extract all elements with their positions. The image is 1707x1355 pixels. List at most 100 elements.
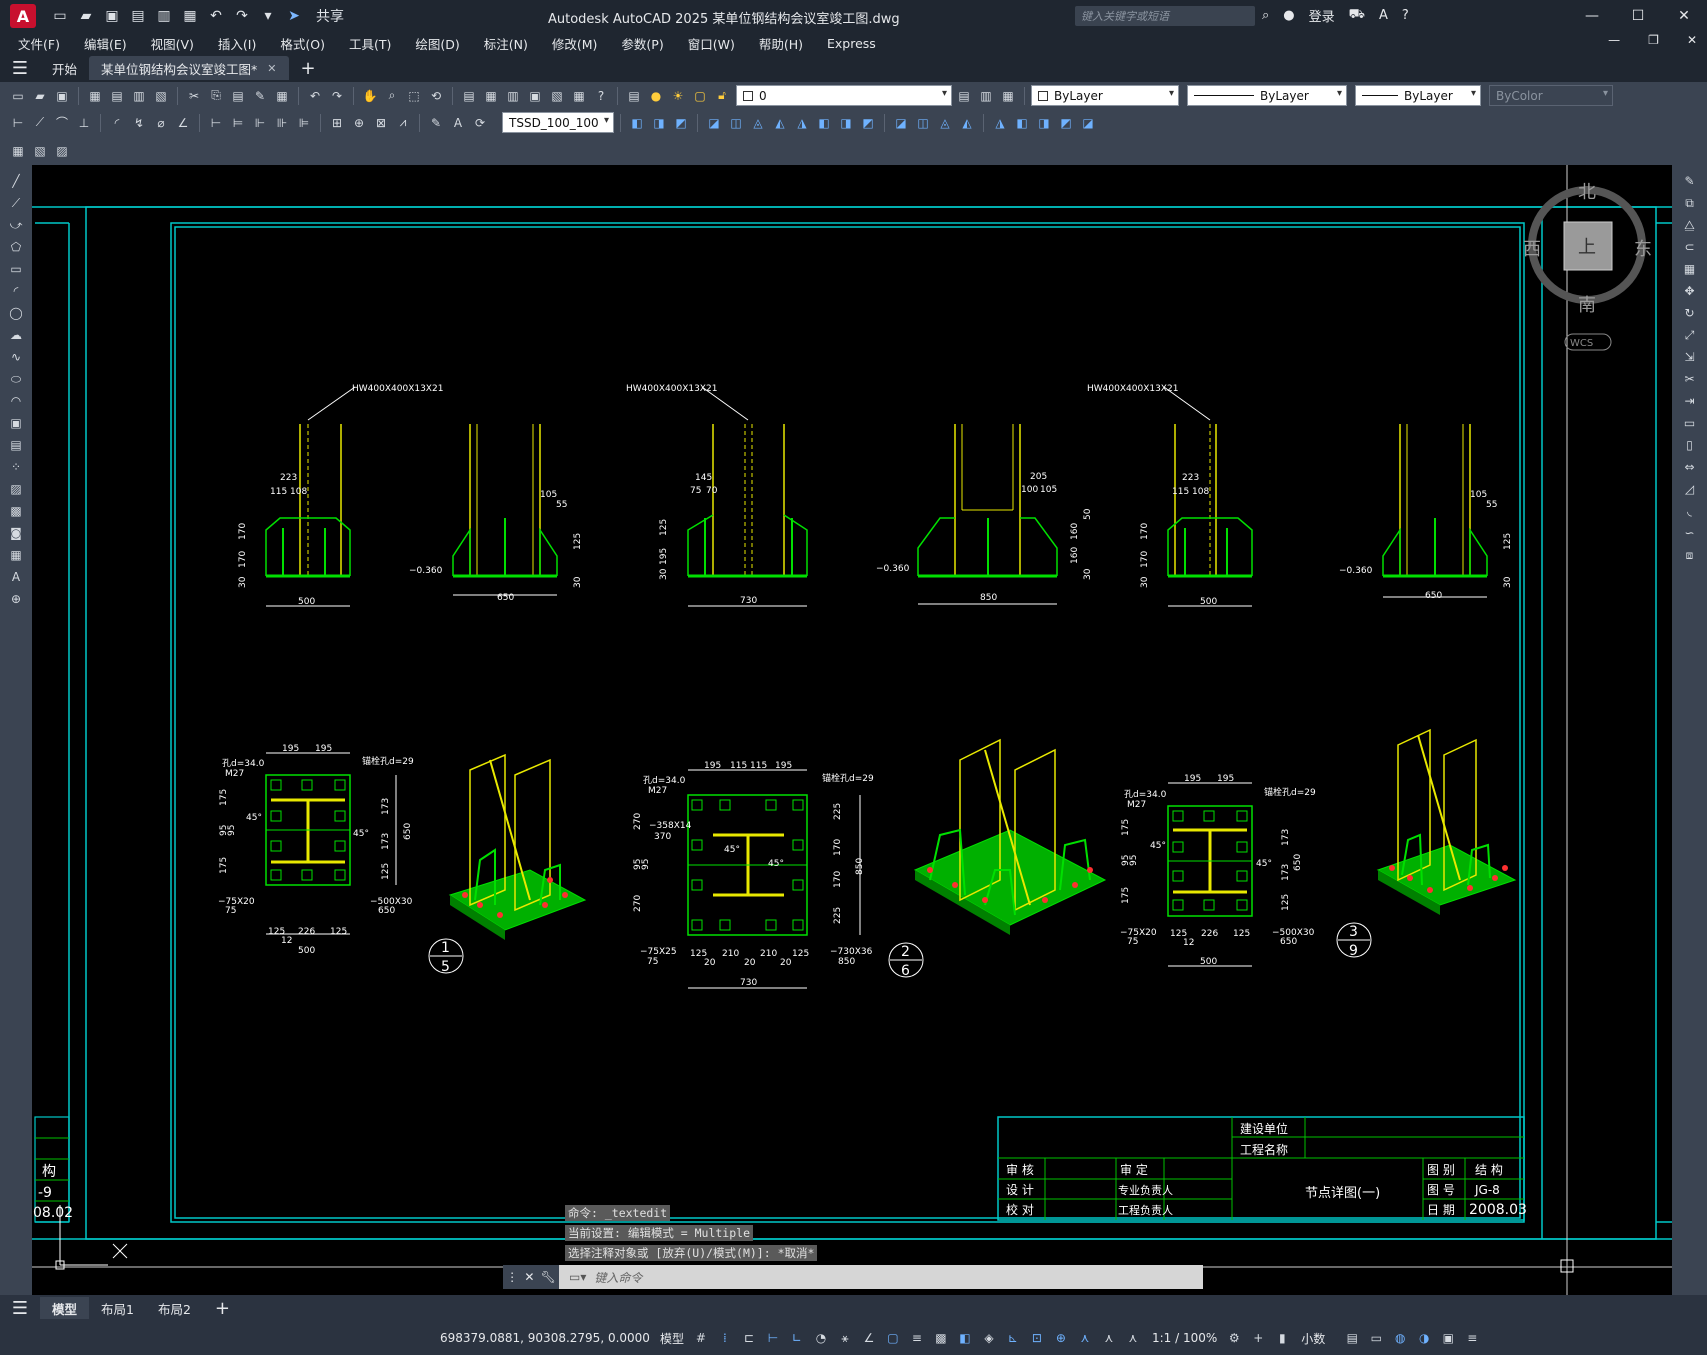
autocad-logo-icon[interactable]: A	[10, 4, 36, 28]
extrude-icon[interactable]: ◪	[704, 113, 724, 133]
section-icon[interactable]: ◨	[836, 113, 856, 133]
radius-icon[interactable]: ◜	[107, 113, 127, 133]
menu-draw[interactable]: 绘图(D)	[415, 34, 459, 53]
diameter-icon[interactable]: ⌀	[151, 113, 171, 133]
cart-icon[interactable]: ⛟	[1349, 7, 1365, 24]
block-editor-icon[interactable]: ▦	[272, 86, 292, 106]
line-icon[interactable]: ╱	[6, 171, 26, 191]
union-icon[interactable]: ◪	[891, 113, 911, 133]
subtract-icon[interactable]: ◫	[913, 113, 933, 133]
quick-dim-icon[interactable]: ⊢	[206, 113, 226, 133]
auto-scale-icon[interactable]: ⋏	[1100, 1329, 1118, 1347]
units-icon[interactable]: ▮	[1273, 1329, 1291, 1347]
save-as-icon[interactable]: ▤	[128, 6, 148, 26]
doc-close-icon[interactable]: ✕	[1687, 33, 1697, 47]
undo-icon[interactable]: ↶	[305, 86, 325, 106]
new-tab-button[interactable]: +	[289, 56, 328, 80]
redo-icon[interactable]: ↷	[232, 6, 252, 26]
doc-minimize-icon[interactable]: —	[1608, 33, 1620, 47]
markup-icon[interactable]: ▧	[547, 86, 567, 106]
baseline-icon[interactable]: ⊨	[228, 113, 248, 133]
minimize-icon[interactable]: —	[1569, 0, 1615, 32]
publish-icon[interactable]: ▥	[129, 86, 149, 106]
calculator-icon[interactable]: ▦	[569, 86, 589, 106]
menu-tools[interactable]: 工具(T)	[349, 34, 391, 53]
scale-icon[interactable]: ⤢	[1680, 325, 1700, 345]
zoom-realtime-icon[interactable]: ⌕	[382, 86, 402, 106]
hardware-accel-icon[interactable]: ◑	[1415, 1329, 1433, 1347]
gizmo-icon[interactable]: ⊕	[1052, 1329, 1070, 1347]
tool-a-icon[interactable]: ▦	[8, 141, 28, 161]
center-mark-icon[interactable]: ⊕	[349, 113, 369, 133]
layer-dropdown[interactable]: 0 ▾	[736, 85, 952, 106]
layout-menu-icon[interactable]: ☰	[0, 1298, 40, 1319]
menu-format[interactable]: 格式(O)	[280, 34, 325, 53]
point-icon[interactable]: ⁘	[6, 457, 26, 477]
copy-icon[interactable]: ⎘	[206, 86, 226, 106]
workspace-icon[interactable]: ⚙	[1225, 1329, 1243, 1347]
lineweight-icon[interactable]: ≡	[908, 1329, 926, 1347]
qnew-icon[interactable]: ▭	[8, 86, 28, 106]
transparency-icon[interactable]: ▩	[932, 1329, 950, 1347]
polar-icon[interactable]: ◔	[812, 1329, 830, 1347]
annotation-scale-icon[interactable]: ⋏	[1124, 1329, 1142, 1347]
break-icon[interactable]: ⊫	[294, 113, 314, 133]
quick-properties-icon[interactable]: ▤	[1343, 1329, 1361, 1347]
grip-icon[interactable]: ⋮	[506, 1270, 518, 1284]
trim-icon[interactable]: ✂	[1680, 369, 1700, 389]
tool-c-icon[interactable]: ▨	[52, 141, 72, 161]
ortho-icon[interactable]: ∟	[788, 1329, 806, 1347]
selection-cycling-icon[interactable]: ◧	[956, 1329, 974, 1347]
search-icon[interactable]: ⌕	[1262, 8, 1269, 23]
drawing-canvas[interactable]: 构 -9 08.02 上 北 南 西 东 WCS HW400X400X13X21…	[32, 165, 1672, 1295]
polyline-icon[interactable]: ⤻	[6, 215, 26, 235]
tab-layout2[interactable]: 布局2	[146, 1297, 203, 1319]
interfere-icon[interactable]: ◩	[858, 113, 878, 133]
rectangle-icon[interactable]: ▭	[6, 259, 26, 279]
layer-on-icon[interactable]: ●	[646, 86, 666, 106]
break-icon[interactable]: ▯	[1680, 435, 1700, 455]
mtext-icon[interactable]: A	[6, 567, 26, 587]
dim-edit-icon[interactable]: ✎	[426, 113, 446, 133]
spline-icon[interactable]: ∿	[6, 347, 26, 367]
menu-express[interactable]: Express	[827, 36, 876, 51]
tab-layout1[interactable]: 布局1	[89, 1297, 146, 1319]
layer-lock-icon[interactable]: ▢	[690, 86, 710, 106]
share-button[interactable]: 共享	[316, 6, 344, 26]
gradient-icon[interactable]: ▩	[6, 501, 26, 521]
color-dropdown[interactable]: ByLayer ▾	[1031, 85, 1179, 106]
explode-icon[interactable]: ⧈	[1680, 545, 1700, 565]
save-icon[interactable]: ▣	[102, 6, 122, 26]
lock-ui-icon[interactable]: ▭	[1367, 1329, 1385, 1347]
arc-length-icon[interactable]: ⌒	[52, 113, 72, 133]
sweep-icon[interactable]: ◬	[748, 113, 768, 133]
tab-start[interactable]: 开始	[40, 56, 89, 80]
add-selected-icon[interactable]: ⊕	[6, 589, 26, 609]
tab-model[interactable]: 模型	[40, 1297, 90, 1319]
tool-palettes-icon[interactable]: ▥	[503, 86, 523, 106]
layer-lock2-icon[interactable]: 🔓︎	[712, 86, 732, 106]
move-icon[interactable]: ✥	[1680, 281, 1700, 301]
continue-icon[interactable]: ⊩	[250, 113, 270, 133]
login-button[interactable]: 登录	[1309, 6, 1335, 25]
units-dropdown[interactable]: 小数	[1301, 1330, 1325, 1347]
join-icon[interactable]: ⇔	[1680, 457, 1700, 477]
aligned-dim-icon[interactable]: ⟋	[30, 113, 50, 133]
revolve-icon[interactable]: ◭	[770, 113, 790, 133]
tolerance-icon[interactable]: ⊞	[327, 113, 347, 133]
wedge-icon[interactable]: ◨	[649, 113, 669, 133]
customize-icon[interactable]: ▾	[258, 6, 278, 26]
cone-icon[interactable]: ◩	[671, 113, 691, 133]
doc-restore-icon[interactable]: ❐	[1648, 33, 1659, 47]
ellipse-arc-icon[interactable]: ◠	[6, 391, 26, 411]
share-icon[interactable]: ➤	[284, 6, 304, 26]
add-layout-button[interactable]: +	[203, 1297, 242, 1319]
blend-icon[interactable]: ∽	[1680, 523, 1700, 543]
extend-icon[interactable]: ⇥	[1680, 391, 1700, 411]
break-point-icon[interactable]: ▭	[1680, 413, 1700, 433]
command-recent-icon[interactable]: ▭▾	[569, 1270, 586, 1284]
mirror-icon[interactable]: ⧋	[1680, 215, 1700, 235]
menu-dimension[interactable]: 标注(N)	[484, 34, 528, 53]
help-icon[interactable]: ?	[591, 86, 611, 106]
erase-icon[interactable]: ✎	[1680, 171, 1700, 191]
